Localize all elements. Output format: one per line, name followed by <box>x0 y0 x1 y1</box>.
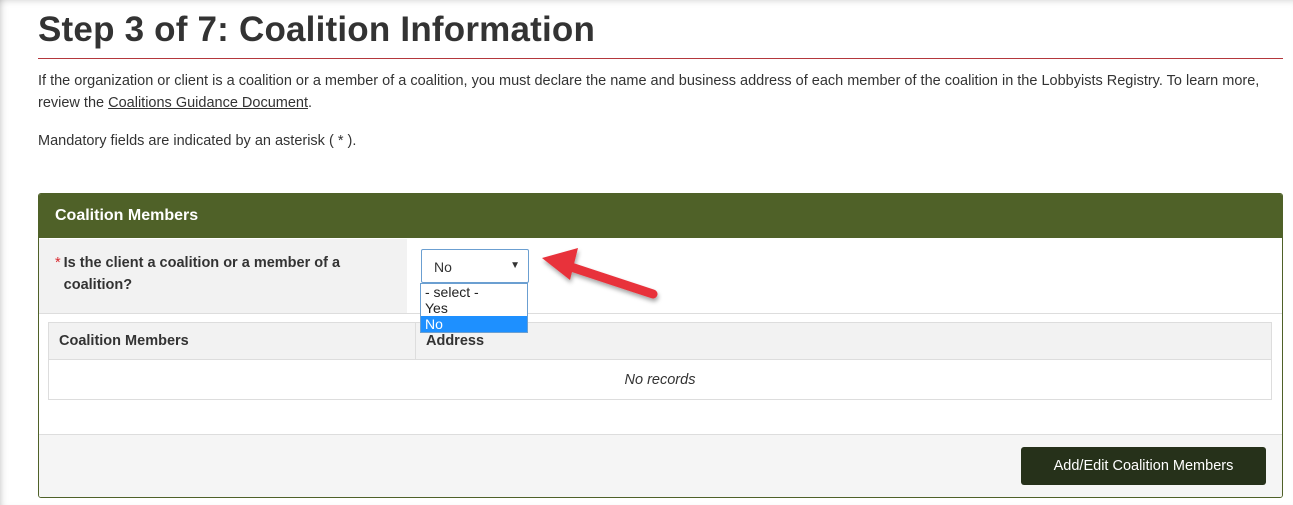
caret-down-icon: ▼ <box>510 260 520 271</box>
coalition-members-panel: Coalition Members * Is the client a coali… <box>38 193 1283 498</box>
question-text: Is the client a coalition or a member of… <box>63 255 341 293</box>
option-yes[interactable]: Yes <box>421 300 527 316</box>
intro-text-end: . <box>308 95 313 111</box>
panel-footer: Add/Edit Coalition Members <box>39 434 1282 497</box>
required-asterisk: * <box>55 255 61 271</box>
mandatory-note: Mandatory fields are indicated by an ast… <box>38 133 357 149</box>
option-no[interactable]: No <box>421 316 527 332</box>
coalitions-guidance-link[interactable]: Coalitions Guidance Document <box>108 95 308 111</box>
page-title: Step 3 of 7: Coalition Information <box>38 10 596 49</box>
coalition-question-label: * Is the client a coalition or a member o… <box>39 239 407 313</box>
red-arrow-icon <box>542 248 658 299</box>
coalition-members-table: Coalition Members Address No records <box>48 322 1272 400</box>
intro-text: If the organization or client is a coali… <box>38 70 1278 114</box>
coalition-select[interactable]: No ▼ <box>421 249 529 283</box>
coalition-select-value: No <box>434 259 452 275</box>
empty-message: No records <box>48 359 1272 400</box>
add-edit-coalition-members-button[interactable]: Add/Edit Coalition Members <box>1021 447 1266 485</box>
coalition-select-options[interactable]: - select - Yes No <box>420 283 528 333</box>
option-select[interactable]: - select - <box>421 284 527 300</box>
panel-heading: Coalition Members <box>39 194 1282 238</box>
table-row: No records <box>48 359 1272 400</box>
column-header-coalition-members[interactable]: Coalition Members <box>48 322 416 360</box>
title-divider <box>38 58 1283 59</box>
column-header-address[interactable]: Address <box>415 322 1272 360</box>
